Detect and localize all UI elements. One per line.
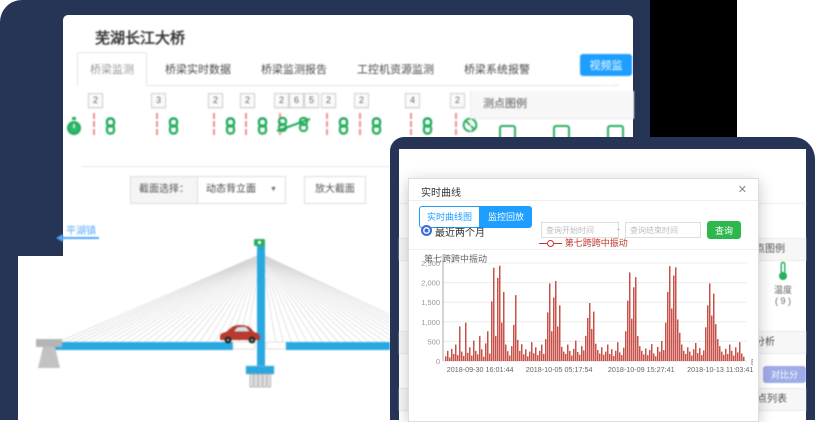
video-monitor-button[interactable]: 视频监控 (580, 54, 632, 76)
sensor-count-badge: 2 (274, 93, 289, 108)
sensor-count-badge: 2 (208, 93, 223, 108)
svg-text:1,000: 1,000 (421, 318, 440, 327)
legend-panel-title: 测点图例 (471, 91, 634, 119)
chain-sensor-icon[interactable] (167, 117, 180, 140)
sensor-count-badge: 2 (450, 93, 465, 108)
legend-marker-icon (547, 240, 554, 247)
temperature-count: ( 9 ) (765, 296, 801, 306)
vibration-chart: 0 500 1,000 1,500 2,000 2,500 2018-09-30 16:01… (417, 259, 753, 386)
thermometer-icon (777, 261, 789, 281)
close-icon[interactable]: ✕ (738, 183, 747, 196)
sensor-group: 2 (240, 93, 255, 108)
modal-title: 实时曲线 (421, 184, 461, 199)
realtime-curve-modal: 实时曲线 ✕ 实时曲线图 监控回放 最近两个月 - 查询 第七跨跨中振动 第七跨… (408, 178, 759, 422)
sensor-count-badge: 2 (240, 93, 255, 108)
temperature-label: 温度 (765, 283, 801, 296)
white-backdrop (737, 0, 815, 138)
sensor-group: 2 (208, 93, 223, 108)
svg-text:2018-10-13 11:03:41: 2018-10-13 11:03:41 (687, 365, 753, 374)
bridge-side-label: 平湖镇 (66, 222, 96, 237)
enlarge-section-button[interactable]: 放大截面 (304, 176, 366, 204)
svg-text:2,500: 2,500 (421, 259, 440, 268)
dashed-marker (326, 113, 328, 135)
sensor-group: 2 (354, 93, 369, 108)
sensor-group: 2 (321, 93, 336, 108)
sensor-count-badge: 5 (304, 93, 319, 108)
legend-label: 第七跨跨中振动 (565, 238, 628, 248)
svg-text:2018-10-05 05:17:54: 2018-10-05 05:17:54 (526, 365, 593, 374)
dashed-marker (213, 113, 215, 135)
divider (409, 249, 758, 250)
tab-工控机资源监测[interactable]: 工控机资源监测 (345, 53, 446, 85)
legend-line (539, 243, 547, 244)
tab-桥梁系统报警[interactable]: 桥梁系统报警 (452, 53, 542, 85)
dashed-marker (455, 113, 457, 135)
sensor-count-badge: 2 (354, 93, 369, 108)
chain-sensor-icon[interactable] (104, 117, 117, 140)
sensor-group: 3 (151, 93, 166, 108)
sensor-group: 4 (405, 93, 420, 108)
range-separator: - (617, 224, 620, 234)
section-select-dropdown[interactable]: 动态背立面 ▼ (198, 176, 286, 204)
tab-桥梁监测报告[interactable]: 桥梁监测报告 (249, 53, 339, 85)
chain-sensor-icon[interactable] (337, 117, 350, 140)
svg-text:1,500: 1,500 (421, 298, 440, 307)
sensor-count-badge: 2 (88, 93, 103, 108)
chain-sensor-icon[interactable] (256, 117, 269, 140)
main-tab-bar: 桥梁监测桥梁实时数据桥梁监测报告工控机资源监测桥梁系统报警 (77, 53, 619, 86)
modal-header: 实时曲线 ✕ (409, 179, 758, 201)
sensor-count-badge: 4 (405, 93, 420, 108)
sensor-count-badge: 6 (289, 93, 304, 108)
stopwatch-icon[interactable] (66, 117, 82, 141)
dashed-marker (359, 113, 361, 135)
section-select-value: 动态背立面 (206, 177, 256, 203)
sensor-group: 265 (274, 93, 319, 108)
chain-sensor-icon[interactable] (224, 117, 237, 140)
sensor-group: 2 (450, 93, 465, 108)
tab-桥梁实时数据[interactable]: 桥梁实时数据 (153, 53, 243, 85)
inclinometer-sensor-icon[interactable] (276, 115, 312, 140)
compare-analysis-button[interactable]: 对比分析 (763, 366, 806, 383)
black-backdrop (650, 0, 737, 138)
section-select-label: 截面选择： (130, 176, 198, 204)
dashed-marker (410, 113, 412, 135)
sensor-count-badge: 3 (151, 93, 166, 108)
svg-text:2,000: 2,000 (421, 279, 440, 288)
legend-line (554, 243, 562, 244)
temperature-legend-item: 温度 ( 9 ) (765, 261, 801, 306)
tab-桥梁监测[interactable]: 桥梁监测 (77, 52, 147, 86)
dashed-marker (245, 113, 247, 135)
svg-text:时间: 时间 (751, 357, 753, 367)
page-title: 芜湖长江大桥 (95, 27, 185, 48)
svg-text:2018-09-30 16:01:44: 2018-09-30 16:01:44 (447, 365, 514, 374)
svg-text:2018-10-09 15:27:41: 2018-10-09 15:27:41 (608, 365, 675, 374)
chart-legend[interactable]: 第七跨跨中振动 (409, 236, 758, 249)
bridge-diagram (18, 238, 390, 420)
svg-text:0: 0 (436, 357, 440, 366)
dashed-marker (156, 113, 158, 135)
recent-two-months-radio[interactable] (421, 225, 432, 236)
dashed-marker (93, 113, 95, 135)
sensor-count-badge: 2 (321, 93, 336, 108)
caret-down-icon: ▼ (270, 177, 277, 203)
chain-sensor-icon[interactable] (370, 117, 383, 140)
sensor-group: 2 (88, 93, 103, 108)
svg-text:500: 500 (427, 337, 440, 346)
